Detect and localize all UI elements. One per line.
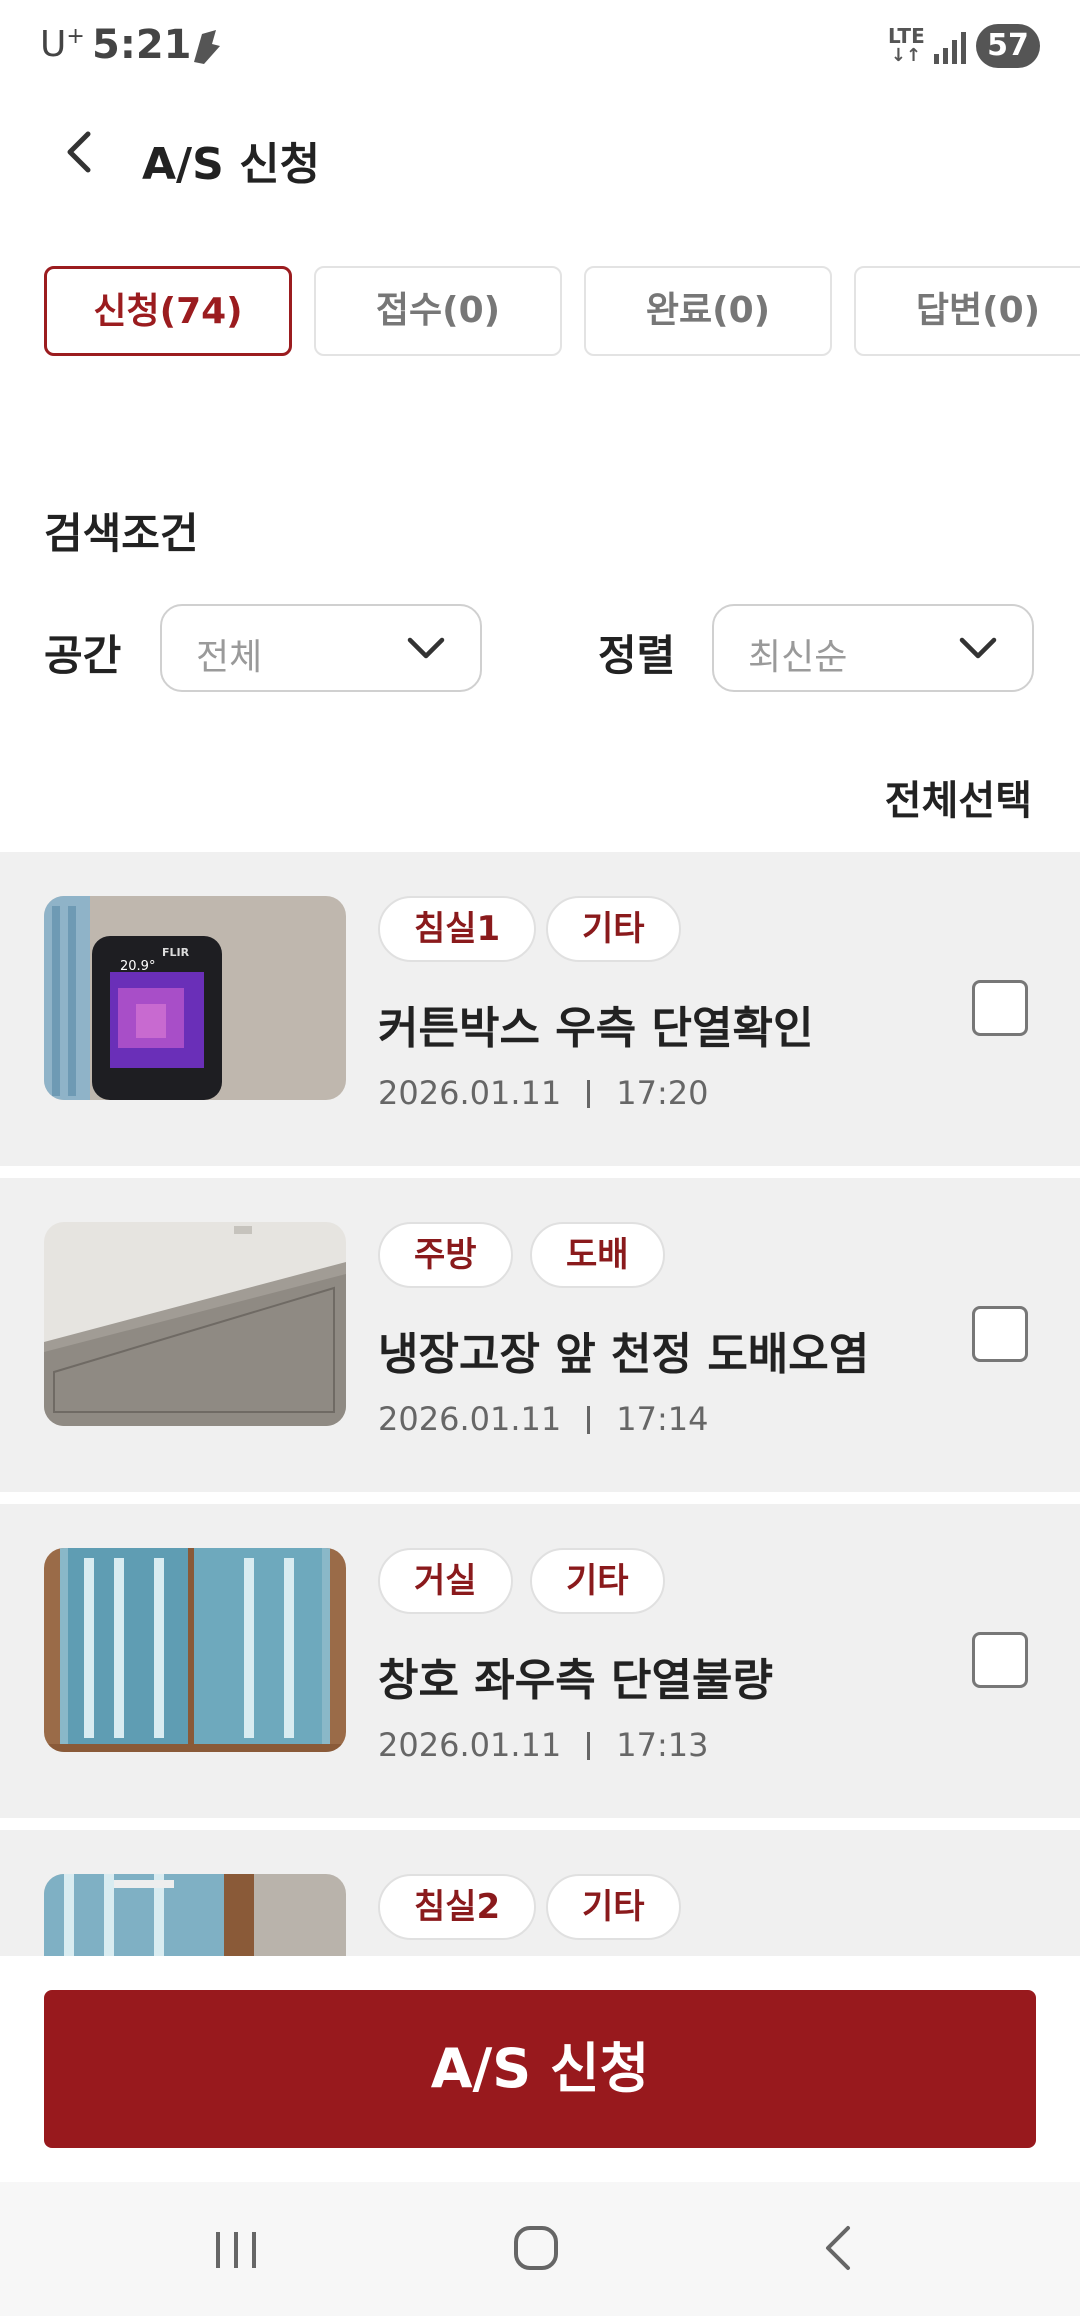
app-header: A/S 신청 <box>0 96 1080 216</box>
tag-category: 기타 <box>530 1548 665 1614</box>
chevron-down-icon <box>959 637 997 659</box>
item-checkbox[interactable] <box>972 1632 1028 1688</box>
tab-answered[interactable]: 답변(0) <box>854 266 1080 356</box>
tag-room: 거실 <box>378 1548 513 1614</box>
clock: 5:21 <box>92 22 192 68</box>
space-select-value: 전체 <box>196 637 263 678</box>
tab-received[interactable]: 접수(0) <box>314 266 562 356</box>
item-checkbox[interactable] <box>972 980 1028 1036</box>
tab-requested[interactable]: 신청(74) <box>44 266 292 356</box>
item-datetime: 2026.01.11 17:13 <box>378 1726 709 1764</box>
item-title: 냉장고장 앞 천정 도배오염 <box>378 1329 870 1380</box>
space-filter-label: 공간 <box>44 631 122 680</box>
svg-text:FLIR: FLIR <box>162 946 190 959</box>
home-icon[interactable] <box>496 2212 576 2284</box>
status-tabs: 신청(74) 접수(0) 완료(0) 답변(0) <box>44 266 1080 358</box>
screen: U+ 5:21 LTE ↓↑ 57 A/S 신청 신청(74) 접수(0) 완료… <box>0 0 1080 2316</box>
signal-icon <box>934 32 966 64</box>
thumb-temperature: 20.9° <box>120 959 155 974</box>
tag-category: 기타 <box>546 1874 681 1940</box>
chevron-down-icon <box>407 637 445 659</box>
tag-category: 도배 <box>530 1222 665 1288</box>
status-bar: U+ 5:21 LTE ↓↑ 57 <box>0 0 1080 96</box>
select-all-button[interactable]: 전체선택 <box>885 768 1032 826</box>
item-datetime: 2026.01.11 17:14 <box>378 1400 709 1438</box>
sort-filter-label: 정렬 <box>598 631 676 680</box>
item-thumbnail: 20.9° FLIR <box>44 896 346 1100</box>
tag-room: 침실2 <box>378 1874 537 1940</box>
recents-icon[interactable] <box>196 2212 276 2284</box>
bottom-action-area: A/S 신청 <box>0 1956 1080 2182</box>
item-thumbnail <box>44 1874 346 1956</box>
system-nav-bar <box>0 2182 1080 2316</box>
list-item[interactable]: 침실2 기타 <box>0 1830 1080 1956</box>
item-title: 커튼박스 우측 단열확인 <box>378 1003 814 1054</box>
item-datetime: 2026.01.11 17:20 <box>378 1074 709 1112</box>
tag-room: 주방 <box>378 1222 513 1288</box>
as-request-button[interactable]: A/S 신청 <box>44 1990 1036 2148</box>
list-item[interactable]: 거실 기타 창호 좌우측 단열불량 2026.01.11 17:13 <box>0 1504 1080 1818</box>
item-thumbnail <box>44 1222 346 1426</box>
search-section-title: 검색조건 <box>44 509 199 558</box>
item-checkbox[interactable] <box>972 1306 1028 1362</box>
tag-room: 침실1 <box>378 896 537 962</box>
notification-icon <box>194 30 220 64</box>
carrier-label: U+ <box>40 24 85 65</box>
tab-completed[interactable]: 완료(0) <box>584 266 832 356</box>
chevron-left-icon[interactable] <box>50 120 114 184</box>
as-request-list: 20.9° FLIR 침실1 기타 커튼박스 우측 단열확인 2026.01.1… <box>0 852 1080 1956</box>
space-select[interactable]: 전체 <box>160 604 482 692</box>
list-item[interactable]: 주방 도배 냉장고장 앞 천정 도배오염 2026.01.11 17:14 <box>0 1178 1080 1492</box>
item-title: 창호 좌우측 단열불량 <box>378 1655 773 1706</box>
lte-indicator: LTE ↓↑ <box>888 24 925 66</box>
item-thumbnail <box>44 1548 346 1752</box>
battery-indicator: 57 <box>976 24 1040 68</box>
list-item[interactable]: 20.9° FLIR 침실1 기타 커튼박스 우측 단열확인 2026.01.1… <box>0 852 1080 1166</box>
page-title: A/S 신청 <box>142 139 321 190</box>
sort-select[interactable]: 최신순 <box>712 604 1034 692</box>
tag-category: 기타 <box>546 896 681 962</box>
back-icon[interactable] <box>800 2212 880 2284</box>
sort-select-value: 최신순 <box>748 637 848 678</box>
